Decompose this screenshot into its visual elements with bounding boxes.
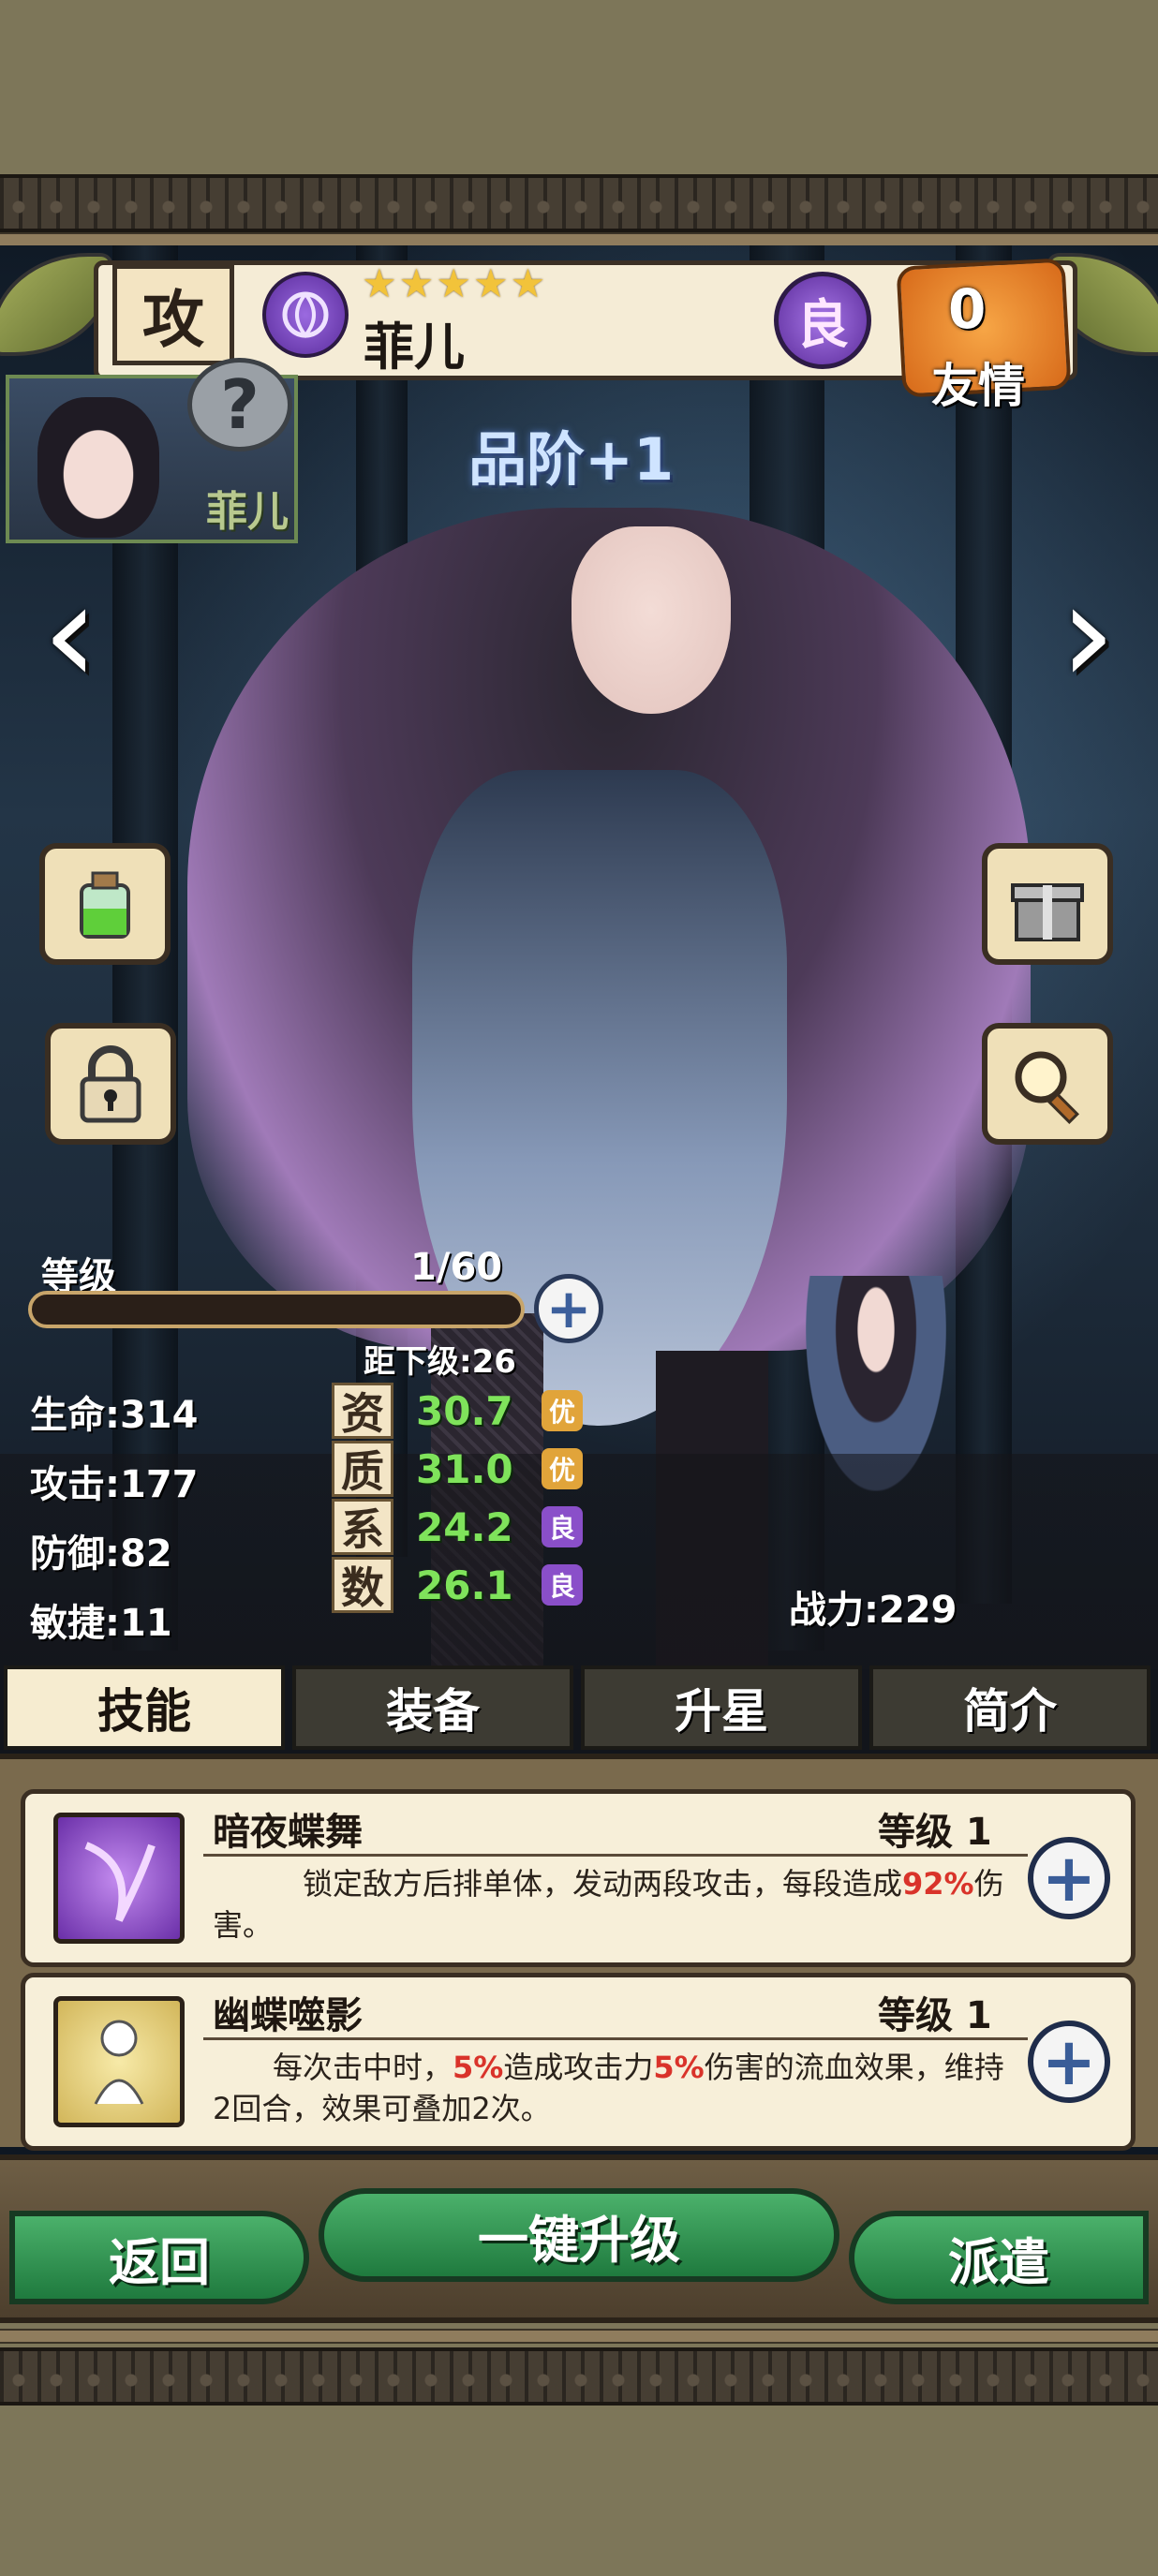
next-level-label: 距下级:26 bbox=[364, 1343, 516, 1381]
attribute-defense: 防御:82 bbox=[30, 1532, 172, 1576]
top-border bbox=[0, 174, 1158, 232]
potion-icon bbox=[80, 871, 130, 939]
quality-badge: 良 bbox=[774, 272, 871, 369]
growth-rank-badge: 优 bbox=[542, 1390, 583, 1431]
friendship-value: 0 bbox=[948, 277, 987, 341]
friendship-label: 友情 bbox=[931, 359, 1025, 413]
skill-level: 等级 1 bbox=[878, 1811, 992, 1854]
growth-row: 数 26.1 良 bbox=[332, 1557, 583, 1613]
gift-button[interactable] bbox=[982, 843, 1113, 965]
lock-button[interactable] bbox=[45, 1023, 176, 1145]
growth-value: 26.1 bbox=[416, 1562, 513, 1608]
star-icon: ★ bbox=[398, 260, 435, 306]
growth-value: 24.2 bbox=[416, 1503, 513, 1550]
growth-value: 30.7 bbox=[416, 1387, 513, 1434]
skill-card: 暗夜蝶舞 等级 1 锁定敌方后排单体，发动两段攻击，每段造成92%伤害。 + bbox=[21, 1789, 1136, 1967]
level-value: 1/60 bbox=[410, 1246, 503, 1289]
prev-hero-arrow[interactable]: ‹ bbox=[28, 564, 112, 714]
divider bbox=[203, 1854, 1028, 1857]
skill-description: 每次击中时，5%造成攻击力5%伤害的流血效果，维持2回合，效果可叠加2次。 bbox=[213, 2050, 1004, 2126]
lock-icon bbox=[80, 1045, 141, 1123]
potion-button[interactable] bbox=[39, 843, 171, 965]
star-icon: ★ bbox=[510, 260, 546, 306]
shadow-figure-skill-icon bbox=[53, 1996, 185, 2127]
skill-upgrade-button[interactable]: + bbox=[1028, 1837, 1110, 1919]
bottom-stripe bbox=[0, 2329, 1158, 2344]
growth-rank-badge: 良 bbox=[542, 1506, 583, 1547]
growth-table: 资 30.7 优 质 31.0 优 系 24.2 良 数 26.1 良 bbox=[332, 1383, 583, 1613]
growth-char: 质 bbox=[332, 1441, 393, 1497]
gift-icon bbox=[1011, 883, 1084, 941]
search-button[interactable] bbox=[982, 1023, 1113, 1145]
skill-name: 幽蝶噬影 bbox=[213, 1994, 363, 2037]
divider bbox=[203, 2037, 1028, 2040]
next-hero-arrow[interactable]: › bbox=[1046, 564, 1130, 714]
hero-name: 菲儿 bbox=[364, 318, 465, 377]
bottom-action-bar: 返回 一键升级 派遣 bbox=[0, 2154, 1158, 2323]
skill-list: 暗夜蝶舞 等级 1 锁定敌方后排单体，发动两段攻击，每段造成92%伤害。 + 幽… bbox=[0, 1754, 1158, 2151]
swirl-element-icon bbox=[262, 272, 349, 358]
role-label: 攻 bbox=[112, 264, 234, 365]
level-progress-bar bbox=[28, 1291, 525, 1328]
grade-label: 品阶+1 bbox=[468, 425, 675, 494]
skill-level: 等级 1 bbox=[878, 1994, 992, 2037]
star-rating: ★ ★ ★ ★ ★ bbox=[362, 260, 545, 306]
back-button[interactable]: 返回 bbox=[9, 2211, 309, 2304]
skill-upgrade-button[interactable]: + bbox=[1028, 2021, 1110, 2103]
portrait-name: 菲儿 bbox=[206, 488, 289, 536]
skill-name: 暗夜蝶舞 bbox=[213, 1811, 363, 1854]
growth-rank-badge: 优 bbox=[542, 1448, 583, 1489]
tab-profile[interactable]: 简介 bbox=[869, 1666, 1151, 1750]
dispatch-button[interactable]: 派遣 bbox=[849, 2211, 1149, 2304]
star-icon: ★ bbox=[362, 260, 397, 306]
level-up-plus-button[interactable]: + bbox=[534, 1274, 603, 1343]
attribute-attack: 攻击:177 bbox=[30, 1463, 199, 1506]
skill-description: 锁定敌方后排单体，发动两段攻击，每段造成92%伤害。 bbox=[213, 1866, 1004, 1943]
skill-card: 幽蝶噬影 等级 1 每次击中时，5%造成攻击力5%伤害的流血效果，维持2回合，效… bbox=[21, 1973, 1136, 2151]
star-icon: ★ bbox=[436, 260, 471, 306]
growth-char: 数 bbox=[332, 1557, 393, 1613]
portrait-face bbox=[37, 397, 159, 538]
attribute-hp: 生命:314 bbox=[30, 1394, 199, 1437]
growth-char: 系 bbox=[332, 1499, 393, 1555]
scythe-skill-icon bbox=[53, 1813, 185, 1944]
upgrade-all-button[interactable]: 一键升级 bbox=[319, 2188, 839, 2282]
growth-row: 质 31.0 优 bbox=[332, 1441, 583, 1497]
tab-equipment[interactable]: 装备 bbox=[292, 1666, 573, 1750]
tab-skills[interactable]: 技能 bbox=[4, 1666, 285, 1750]
combat-power: 战力:229 bbox=[789, 1589, 958, 1632]
tab-star-up[interactable]: 升星 bbox=[581, 1666, 862, 1750]
attribute-agility: 敏捷:11 bbox=[30, 1602, 172, 1645]
hero-face bbox=[572, 526, 731, 714]
growth-rank-badge: 良 bbox=[542, 1564, 583, 1606]
growth-row: 资 30.7 优 bbox=[332, 1383, 583, 1439]
question-bubble-icon[interactable]: ? bbox=[187, 358, 292, 452]
magnifier-icon bbox=[1015, 1051, 1079, 1124]
growth-value: 31.0 bbox=[416, 1445, 513, 1492]
star-icon: ★ bbox=[472, 260, 509, 306]
bottom-border bbox=[0, 2347, 1158, 2406]
attribute-list: 生命:314 攻击:177 防御:82 敏捷:11 bbox=[30, 1384, 199, 1647]
growth-row: 系 24.2 良 bbox=[332, 1499, 583, 1555]
growth-char: 资 bbox=[332, 1383, 393, 1439]
